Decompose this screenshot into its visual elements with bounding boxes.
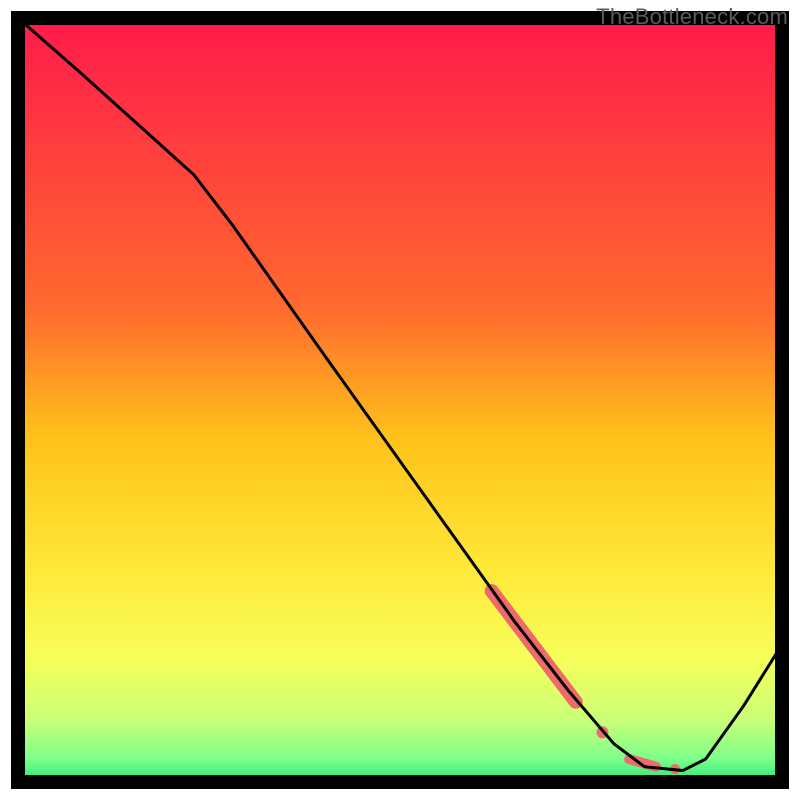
chart-container: TheBottleneck.com (0, 0, 800, 800)
plot-area (11, 18, 789, 782)
gradient-background (18, 18, 782, 782)
watermark-text: TheBottleneck.com (596, 4, 788, 30)
chart-svg (0, 0, 800, 800)
